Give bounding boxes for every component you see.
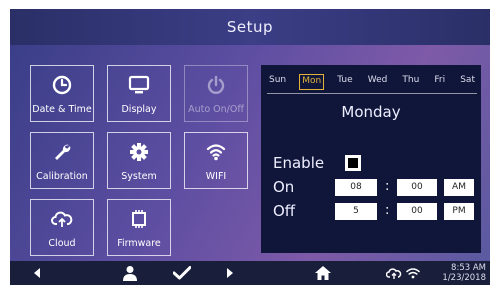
wifi-button[interactable]: WIFI	[184, 132, 248, 189]
forward-icon[interactable]	[223, 261, 237, 285]
checkbox-mark	[348, 158, 358, 168]
system-button[interactable]: System	[107, 132, 171, 189]
power-icon	[185, 75, 247, 95]
calibration-label: Calibration	[36, 171, 88, 182]
day-tab-tue[interactable]: Tue	[335, 74, 354, 90]
bottom-bar: 8:53 AM 1/23/2018	[10, 261, 490, 285]
clock-date: 1/23/2018	[442, 273, 486, 283]
day-tab-fri[interactable]: Fri	[432, 74, 447, 90]
auto-on-off-button[interactable]: Auto On/Off	[184, 65, 248, 122]
selected-day-name: Monday	[341, 103, 401, 121]
gear-icon	[108, 142, 170, 162]
day-tab-sat[interactable]: Sat	[458, 74, 477, 90]
on-ampm-field[interactable]: AM	[444, 179, 474, 196]
firmware-label: Firmware	[117, 238, 161, 249]
display-label: Display	[121, 104, 157, 115]
back-icon[interactable]	[30, 261, 44, 285]
day-selector: Sun Mon Tue Wed Thu Fri Sat	[267, 74, 477, 90]
calibration-button[interactable]: Calibration	[30, 132, 94, 189]
date-time-label: Date & Time	[32, 104, 92, 115]
monitor-icon	[108, 75, 170, 95]
on-colon: :	[385, 179, 390, 194]
day-tab-thu[interactable]: Thu	[400, 74, 421, 90]
wrench-icon	[31, 142, 93, 162]
off-hour-field[interactable]: 5	[335, 203, 377, 220]
enable-checkbox[interactable]	[345, 155, 361, 171]
cloud-sync-icon	[385, 261, 403, 285]
user-icon[interactable]	[120, 261, 140, 285]
on-label: On	[273, 178, 295, 196]
wifi-icon	[405, 261, 421, 285]
system-label: System	[121, 171, 157, 182]
wifi-label: WIFI	[205, 171, 227, 182]
auto-on-off-panel: Sun Mon Tue Wed Thu Fri Sat Monday Enabl…	[261, 65, 481, 253]
display-button[interactable]: Display	[107, 65, 171, 122]
clock-display: 8:53 AM 1/23/2018	[442, 263, 486, 283]
cloud-button[interactable]: Cloud	[30, 199, 94, 256]
day-tab-sun[interactable]: Sun	[267, 74, 288, 90]
main-area: Date & Time Display Auto On/Off Calibrat…	[10, 45, 490, 261]
on-minute-field[interactable]: 00	[397, 179, 437, 196]
firmware-button[interactable]: Firmware	[107, 199, 171, 256]
auto-on-off-label: Auto On/Off	[188, 104, 244, 115]
device-screen: Setup Date & Time Display Auto On/Off Ca…	[10, 9, 490, 285]
on-hour-field[interactable]: 08	[335, 179, 377, 196]
off-label: Off	[273, 202, 296, 220]
page-title: Setup	[10, 9, 490, 45]
off-ampm-field[interactable]: PM	[444, 203, 474, 220]
divider	[267, 93, 477, 94]
day-tab-wed[interactable]: Wed	[366, 74, 390, 90]
cloud-label: Cloud	[48, 238, 76, 249]
home-icon[interactable]	[313, 261, 333, 285]
day-tab-mon[interactable]: Mon	[299, 74, 325, 90]
clock-time: 8:53 AM	[451, 263, 486, 273]
enable-label: Enable	[273, 154, 325, 172]
off-minute-field[interactable]: 00	[397, 203, 437, 220]
clock-icon	[31, 75, 93, 95]
wifi-icon	[185, 142, 247, 162]
date-time-button[interactable]: Date & Time	[30, 65, 94, 122]
chip-icon	[108, 209, 170, 229]
cloud-sync-icon	[31, 209, 93, 229]
check-icon[interactable]	[172, 261, 192, 285]
off-colon: :	[385, 203, 390, 218]
